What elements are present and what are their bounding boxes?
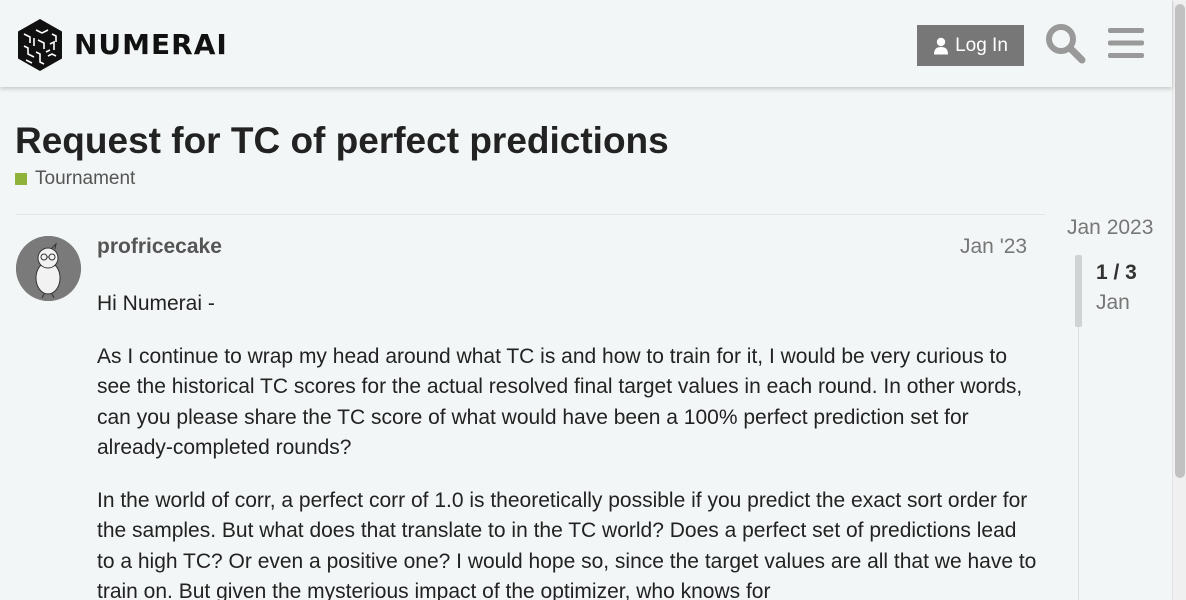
avatar[interactable] <box>16 236 81 301</box>
numerai-cube-logo-icon <box>18 19 62 71</box>
topic-divider <box>16 214 1045 215</box>
post-paragraph: In the world of corr, a perfect corr of … <box>97 488 1037 600</box>
numerai-logo[interactable]: NUMERAI <box>16 18 228 72</box>
login-button[interactable]: Log In <box>917 25 1024 66</box>
post-body: Hi Numerai - As I continue to wrap my he… <box>97 289 1037 600</box>
user-icon <box>934 37 949 54</box>
timeline-start-date[interactable]: Jan 2023 <box>1067 216 1153 240</box>
category-label: Tournament <box>35 168 136 189</box>
category-badge[interactable]: Tournament <box>15 168 135 190</box>
hamburger-menu-icon <box>1108 28 1144 58</box>
logo-wordmark: NUMERAI <box>74 28 228 61</box>
page-scrollbar[interactable] <box>1172 0 1186 600</box>
timeline-post-counter: 1 / 3 <box>1096 261 1137 284</box>
bird-avatar-icon <box>16 236 81 301</box>
scrollbar-thumb[interactable] <box>1175 4 1185 478</box>
site-header: NUMERAI Log In <box>0 0 1172 87</box>
timeline-scroll-handle[interactable] <box>1075 255 1082 327</box>
category-color-swatch <box>15 173 27 185</box>
post-paragraph: As I continue to wrap my head around wha… <box>97 344 1023 460</box>
post-paragraph: Hi Numerai - <box>97 292 215 315</box>
timeline-current-month: Jan <box>1096 291 1130 314</box>
login-label: Log In <box>955 34 1008 56</box>
post-username[interactable]: profricecake <box>97 235 222 259</box>
hamburger-menu-button[interactable] <box>1108 26 1144 60</box>
search-icon <box>1046 24 1086 64</box>
search-button[interactable] <box>1044 22 1086 64</box>
post-date[interactable]: Jan '23 <box>960 235 1027 259</box>
topic-title[interactable]: Request for TC of perfect predictions <box>15 120 669 162</box>
